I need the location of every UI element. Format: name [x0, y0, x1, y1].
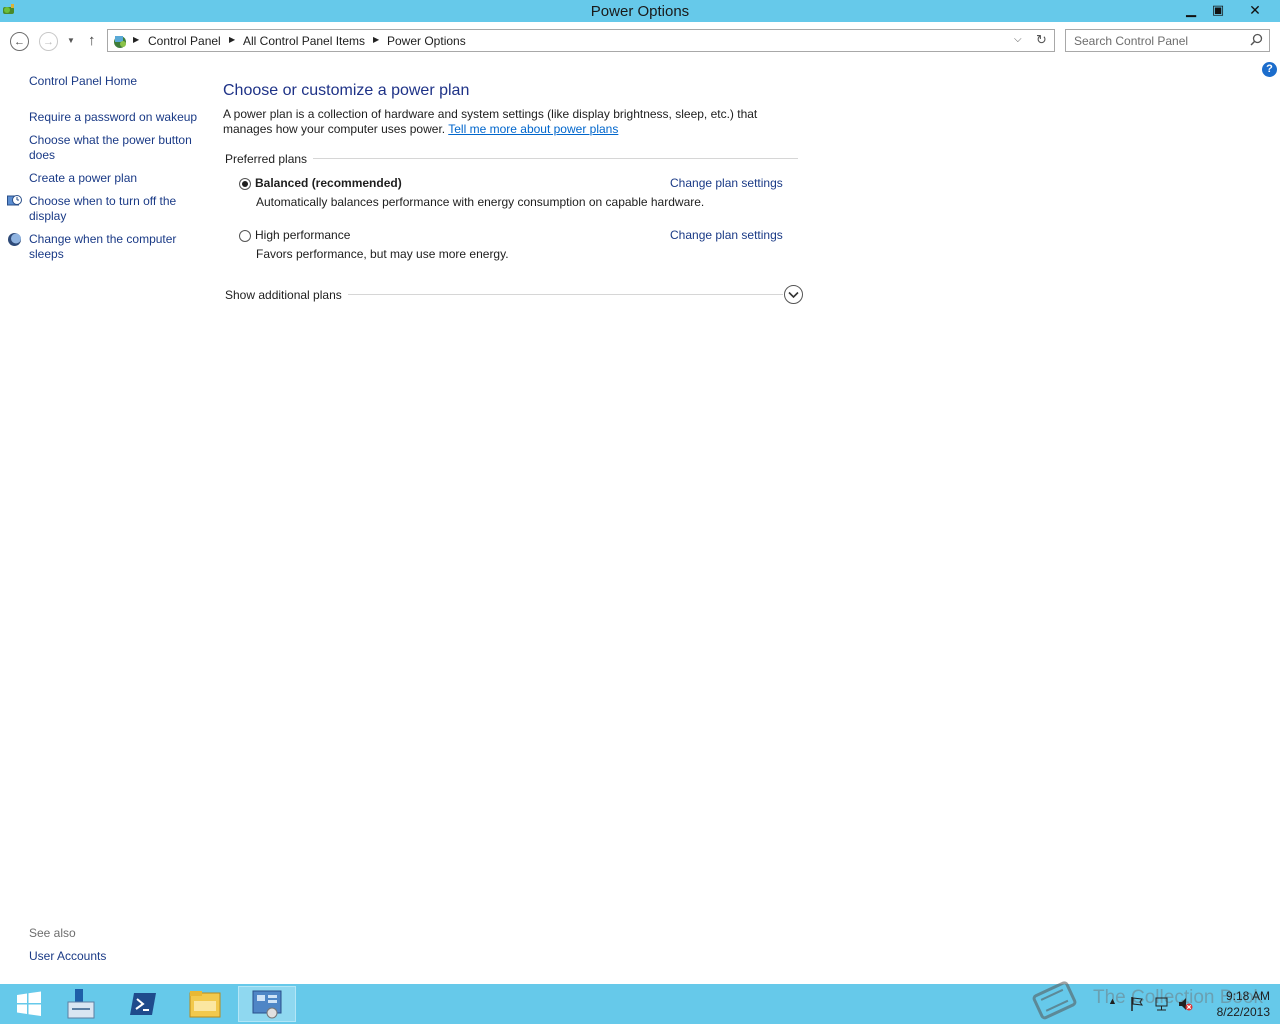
address-bar[interactable]: ▶ Control Panel ▶ All Control Panel Item…	[107, 29, 1055, 52]
help-icon[interactable]: ?	[1262, 62, 1277, 77]
preferred-plans-label: Preferred plans	[225, 152, 314, 166]
server-manager-button[interactable]	[52, 986, 110, 1022]
watermark-book-icon	[1032, 981, 1077, 1020]
minimize-icon: ▁	[1186, 2, 1196, 17]
speaker-muted-icon[interactable]	[1177, 996, 1193, 1012]
server-manager-icon	[67, 989, 95, 1019]
create-power-plan-link[interactable]: Create a power plan	[29, 171, 199, 186]
address-dropdown-icon[interactable]: ⌵	[1014, 34, 1022, 45]
file-explorer-icon	[189, 991, 221, 1018]
start-button[interactable]	[0, 986, 58, 1022]
computer-sleeps-link[interactable]: Change when the computer sleeps	[29, 232, 199, 262]
back-arrow-icon: ←	[14, 35, 25, 48]
breadcrumb-all-items[interactable]: All Control Panel Items	[243, 34, 365, 48]
page-title: Choose or customize a power plan	[223, 82, 470, 99]
breadcrumb-power-options[interactable]: Power Options	[387, 34, 466, 48]
user-accounts-link[interactable]: User Accounts	[29, 949, 106, 963]
up-arrow-icon: ↑	[88, 32, 96, 49]
search-icon[interactable]	[1250, 33, 1263, 46]
additional-plans-divider	[348, 294, 783, 295]
back-button[interactable]: ←	[10, 32, 29, 51]
balanced-radio[interactable]	[239, 178, 251, 190]
high-performance-change-settings-link[interactable]: Change plan settings	[670, 228, 783, 242]
close-button[interactable]: ✕	[1232, 0, 1278, 20]
forward-button[interactable]: →	[39, 32, 58, 51]
balanced-plan-description: Automatically balances performance with …	[256, 195, 705, 209]
balanced-change-settings-link[interactable]: Change plan settings	[670, 176, 783, 190]
file-explorer-button[interactable]	[176, 986, 234, 1022]
clock-time: 9:18 AM	[1225, 989, 1270, 1003]
control-panel-taskbar-button[interactable]	[238, 986, 296, 1022]
control-panel-icon	[252, 990, 282, 1019]
moon-icon	[8, 233, 21, 246]
minimize-button[interactable]: ▁	[1178, 0, 1204, 20]
forward-arrow-icon: →	[43, 35, 54, 48]
powershell-icon	[130, 993, 156, 1015]
navigation-bar: ← → ▼ ↑ ▶ Control Panel ▶ All Control Pa…	[0, 22, 1280, 60]
close-icon: ✕	[1249, 1, 1261, 18]
high-performance-plan-name[interactable]: High performance	[255, 228, 350, 242]
show-hidden-icons-button[interactable]: ▲	[1108, 996, 1117, 1036]
taskbar: The Collection Book ▲ 9:18 AM 8/22/2013	[0, 981, 1280, 1024]
clock[interactable]: 9:18 AM 8/22/2013	[1200, 988, 1270, 1020]
require-password-link[interactable]: Require a password on wakeup	[29, 110, 199, 125]
breadcrumb-separator-icon[interactable]: ▶	[373, 35, 379, 44]
restore-icon: ▣	[1211, 2, 1225, 17]
page-description: A power plan is a collection of hardware…	[223, 107, 808, 137]
chevron-down-icon: ▼	[67, 36, 75, 45]
display-clock-icon	[7, 195, 22, 206]
breadcrumb-control-panel[interactable]: Control Panel	[148, 34, 221, 48]
start-icon	[17, 991, 41, 1016]
high-performance-radio[interactable]	[239, 230, 251, 242]
network-icon[interactable]	[1154, 996, 1170, 1012]
breadcrumb-separator-icon[interactable]: ▶	[133, 35, 139, 44]
clock-date: 8/22/2013	[1216, 1005, 1270, 1019]
recent-locations-button[interactable]: ▼	[67, 36, 75, 45]
powershell-button[interactable]	[114, 986, 172, 1022]
expand-additional-plans-button[interactable]	[784, 285, 803, 304]
title-bar: Power Options ▁ ▣ ✕	[0, 0, 1280, 22]
power-button-link[interactable]: Choose what the power button does	[29, 133, 199, 163]
window-title: Power Options	[590, 3, 690, 20]
tell-me-more-link[interactable]: Tell me more about power plans	[448, 122, 618, 136]
balanced-plan-name[interactable]: Balanced (recommended)	[255, 176, 402, 190]
breadcrumb-separator-icon[interactable]: ▶	[229, 35, 235, 44]
show-additional-plans-label[interactable]: Show additional plans	[225, 288, 342, 302]
search-input[interactable]	[1066, 30, 1246, 51]
chevron-down-icon	[788, 291, 799, 298]
search-box[interactable]	[1065, 29, 1270, 52]
tray-up-arrow-icon: ▲	[1108, 996, 1117, 1006]
turn-off-display-link[interactable]: Choose when to turn off the display	[29, 194, 199, 224]
control-panel-icon	[114, 36, 126, 48]
see-also-label: See also	[29, 926, 76, 940]
refresh-icon[interactable]: ↻	[1036, 32, 1047, 48]
high-performance-plan-description: Favors performance, but may use more ene…	[256, 247, 509, 261]
task-pane: Control Panel Home Require a password on…	[0, 60, 210, 984]
up-button[interactable]: ↑	[88, 32, 96, 49]
restore-button[interactable]: ▣	[1205, 0, 1231, 20]
group-divider	[310, 158, 798, 159]
control-panel-home-link[interactable]: Control Panel Home	[29, 74, 199, 89]
action-center-flag-icon[interactable]	[1130, 996, 1144, 1012]
